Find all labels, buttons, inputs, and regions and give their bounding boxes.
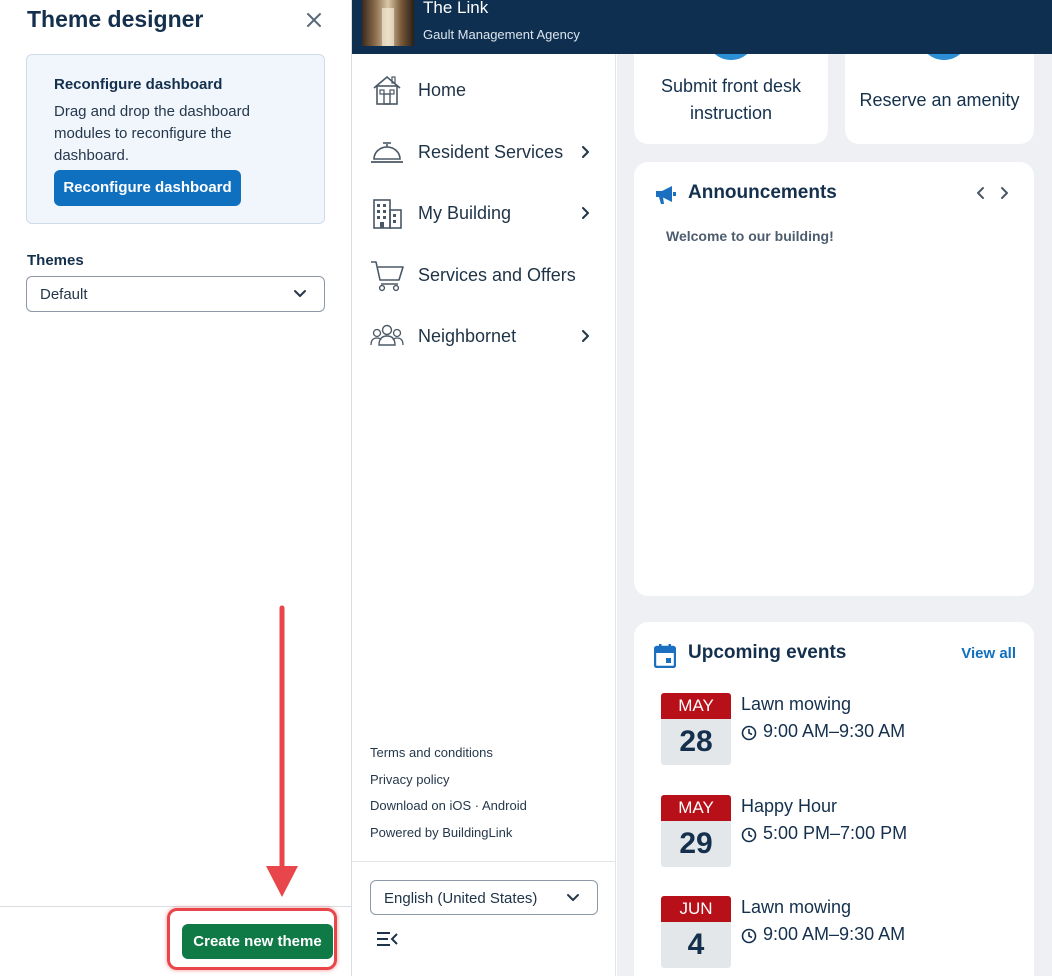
event-month: JUN [661,896,731,922]
create-new-theme-button[interactable]: Create new theme [182,924,333,959]
quick-action-reserve-amenity[interactable]: Reserve an amenity [845,54,1034,144]
nav-item-neighbornet[interactable]: Neighbornet [352,311,616,361]
theme-designer-panel: Theme designer Reconfigure dashboard Dra… [0,0,352,976]
event-time: 5:00 PM–7:00 PM [741,823,907,844]
nav-label-services-and-offers: Services and Offers [418,265,576,285]
building-name[interactable]: The Link [423,0,488,18]
nav-label-resident-services: Resident Services [418,142,564,162]
event-time-text: 9:00 AM–9:30 AM [763,924,906,944]
megaphone-icon [656,186,676,204]
chevron-right-icon[interactable] [999,186,1009,200]
reconfigure-dashboard-button[interactable]: Reconfigure dashboard [54,170,241,206]
service-bell-icon [371,142,403,163]
home-icon [373,75,401,105]
nav-divider [352,861,616,862]
calendar-icon [654,644,676,668]
announcements-panel: Announcements Welcome to our building! [634,162,1034,596]
event-name: Lawn mowing [741,897,852,917]
annotation-arrow [266,605,298,897]
side-navigation: Home Resident Services My Building Servi… [352,54,616,976]
themes-select-value: Default [40,286,88,303]
themes-select[interactable]: Default [26,276,325,312]
chevron-left-icon[interactable] [976,186,986,200]
building-icon [373,199,402,229]
powered-by-link[interactable]: Powered by BuildingLink [370,825,527,852]
announcements-title: Announcements [688,182,837,203]
quick-action-label: Submit front desk instruction [660,76,802,123]
nav-item-home[interactable]: Home [352,65,616,115]
event-month: MAY [661,795,731,821]
event-name: Happy Hour [741,796,838,816]
nav-item-my-building[interactable]: My Building [352,188,616,238]
event-item[interactable]: MAY 29 Happy Hour 5:00 PM–7:00 PM [661,795,1021,869]
footer-links: Terms and conditions Privacy policy Down… [370,745,527,851]
event-time-text: 9:00 AM–9:30 AM [763,721,906,741]
view-all-link[interactable]: View all [961,645,1016,662]
amenity-icon [919,54,969,60]
event-day: 28 [679,725,713,758]
collapse-menu-icon[interactable] [376,931,398,947]
event-name: Lawn mowing [741,694,852,714]
chevron-right-icon [582,330,589,342]
language-value: English (United States) [384,890,538,907]
panel-footer-divider [0,906,351,907]
front-desk-icon [706,54,756,60]
management-agency: Gault Management Agency [423,27,580,42]
close-icon[interactable] [303,9,325,31]
reconfigure-card-description: Drag and drop the dashboard modules to r… [54,103,250,164]
event-month: MAY [661,693,731,719]
themes-label: Themes [27,252,84,269]
terms-link[interactable]: Terms and conditions [370,745,527,772]
chevron-right-icon [582,146,589,158]
reconfigure-dashboard-card: Reconfigure dashboard Drag and drop the … [26,54,325,224]
event-day: 4 [687,928,705,961]
top-header: The Link Gault Management Agency [352,0,1052,54]
chevron-right-icon [582,207,589,219]
privacy-link[interactable]: Privacy policy [370,772,527,799]
event-item[interactable]: JUN 4 Lawn mowing 9:00 AM–9:30 AM [661,896,1021,970]
people-group-icon [370,324,404,346]
upcoming-events-panel: Upcoming events View all MAY 28 Lawn mow… [634,622,1034,976]
event-day: 29 [679,827,713,860]
download-app-link[interactable]: Download on iOS · Android [370,798,527,825]
chevron-down-icon [294,290,306,297]
quick-action-label: Reserve an amenity [859,90,1020,110]
clock-icon [741,928,757,944]
nav-item-services-and-offers[interactable]: Services and Offers [352,250,616,300]
nav-label-home: Home [418,80,467,100]
panel-title: Theme designer [27,6,204,32]
event-item[interactable]: MAY 28 Lawn mowing 9:00 AM–9:30 AM [661,693,1021,767]
language-select[interactable]: English (United States) [370,880,598,915]
event-time-text: 5:00 PM–7:00 PM [763,823,908,843]
event-time: 9:00 AM–9:30 AM [741,721,905,742]
announcement-message: Welcome to our building! [666,228,834,244]
quick-action-front-desk[interactable]: Submit front desk instruction [634,54,828,144]
building-photo [362,0,414,46]
dashboard-main: Submit front desk instruction Reserve an… [617,54,1052,976]
nav-item-resident-services[interactable]: Resident Services [352,127,616,177]
nav-label-my-building: My Building [418,203,512,223]
clock-icon [741,827,757,843]
clock-icon [741,725,757,741]
event-date-badge: JUN 4 [661,896,731,968]
reconfigure-card-title: Reconfigure dashboard [54,76,223,93]
nav-label-neighbornet: Neighbornet [418,326,517,346]
event-date-badge: MAY 28 [661,693,731,765]
event-time: 9:00 AM–9:30 AM [741,924,905,945]
shopping-cart-icon [371,261,404,292]
upcoming-events-title: Upcoming events [688,642,847,663]
event-date-badge: MAY 29 [661,795,731,867]
chevron-down-icon [567,894,579,901]
